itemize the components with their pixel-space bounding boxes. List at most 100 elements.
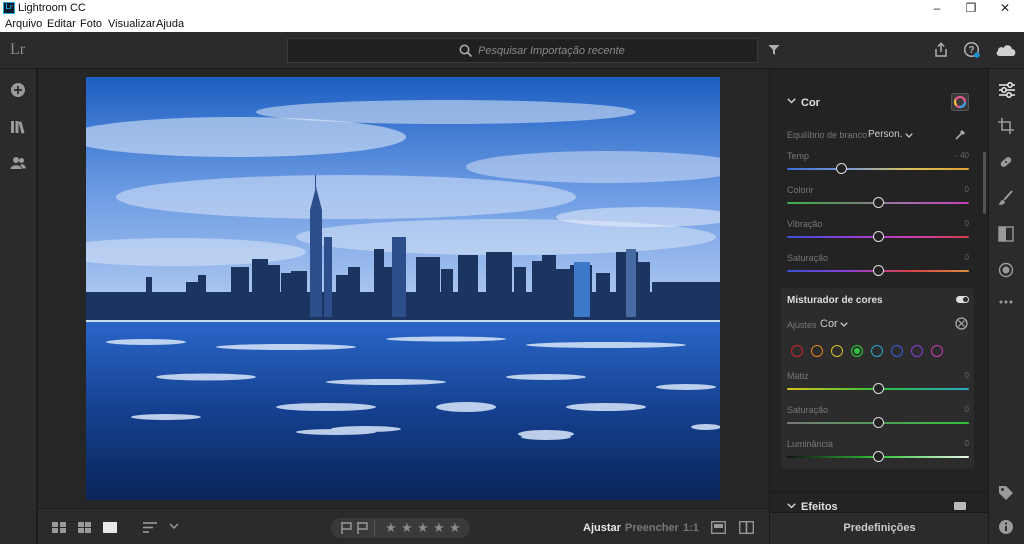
menu-arquivo[interactable]: Arquivo (5, 18, 42, 30)
star-3-icon[interactable]: ★ (417, 520, 429, 536)
slider-label: Colorir (787, 185, 814, 195)
more-icon[interactable] (998, 299, 1014, 305)
slider-thumb[interactable] (872, 417, 884, 428)
top-toolbar: Lr ? (0, 32, 1024, 69)
slider-value[interactable]: 0 (965, 185, 969, 194)
lr-logo[interactable]: Lr (10, 41, 25, 59)
slider-value[interactable]: 0 (965, 405, 969, 414)
slider-label: Matiz (787, 371, 809, 381)
presets-button[interactable]: Predefinições (770, 512, 989, 544)
color-wheel-icon[interactable] (951, 93, 969, 111)
slider-value[interactable]: 0 (965, 253, 969, 262)
slider-label: Temp (787, 151, 810, 161)
slider-vibrance[interactable]: Vibração 0 (787, 219, 969, 249)
star-5-icon[interactable]: ★ (449, 520, 461, 536)
edit-sliders-icon[interactable] (998, 82, 1016, 98)
filter-icon[interactable] (768, 44, 780, 56)
city-skyline-photo[interactable] (86, 77, 720, 500)
radial-gradient-icon[interactable] (998, 262, 1014, 278)
target-adjust-icon[interactable] (955, 317, 968, 330)
add-photos-icon[interactable] (10, 82, 26, 98)
slider-thumb[interactable] (872, 265, 884, 276)
edit-panel: Cor Equilíbrio de branco Person. Temp - … (769, 69, 989, 544)
cloud-icon[interactable] (995, 43, 1017, 57)
chevron-down-icon[interactable] (169, 523, 179, 530)
star-1-icon[interactable]: ★ (385, 520, 397, 536)
crop-icon[interactable] (998, 118, 1014, 134)
slider-thumb[interactable] (872, 451, 884, 462)
chevron-down-icon[interactable] (905, 133, 913, 138)
info-icon[interactable] (998, 519, 1014, 535)
star-2-icon[interactable]: ★ (401, 520, 413, 536)
divider (770, 491, 989, 492)
slider-tint[interactable]: Colorir 0 (787, 185, 969, 215)
slider-hue[interactable]: Matiz 0 (787, 371, 969, 401)
window-title: Lightroom CC (18, 2, 86, 14)
slider-thumb[interactable] (836, 163, 848, 174)
slider-luminance[interactable]: Luminância 0 (787, 439, 969, 469)
minimize-button[interactable]: – (921, 0, 953, 17)
maximize-button[interactable]: ❐ (955, 0, 987, 17)
effects-toggle[interactable] (954, 502, 966, 510)
slider-value[interactable]: - 40 (955, 151, 969, 160)
tab-fill[interactable]: Preencher (625, 522, 679, 534)
swatch-aqua[interactable] (871, 345, 883, 357)
grid-view-icon[interactable] (78, 522, 91, 533)
swatch-yellow[interactable] (831, 345, 843, 357)
slider-track[interactable] (787, 168, 969, 170)
slider-label: Luminância (787, 439, 834, 449)
slider-thumb[interactable] (872, 231, 884, 242)
color-mixer-toggle[interactable] (956, 296, 969, 303)
slider-value[interactable]: 0 (965, 219, 969, 228)
linear-gradient-icon[interactable] (998, 226, 1014, 242)
swatch-orange[interactable] (811, 345, 823, 357)
menu-visualizar[interactable]: Visualizar (108, 18, 156, 30)
slider-temp[interactable]: Temp - 40 (787, 151, 969, 181)
slider-mixer-saturation[interactable]: Saturação 0 (787, 405, 969, 435)
swatch-green[interactable] (851, 345, 863, 357)
chevron-down-icon[interactable] (787, 503, 796, 509)
menu-foto[interactable]: Foto (80, 18, 102, 30)
flag-reject-icon[interactable] (357, 522, 369, 534)
star-4-icon[interactable]: ★ (433, 520, 445, 536)
slider-thumb[interactable] (872, 197, 884, 208)
color-mixer-title: Misturador de cores (787, 295, 883, 306)
slider-saturation[interactable]: Saturação 0 (787, 253, 969, 283)
search-icon (459, 44, 473, 58)
swatch-purple[interactable] (911, 345, 923, 357)
menu-ajuda[interactable]: Ajuda (156, 18, 184, 30)
swatch-magenta[interactable] (931, 345, 943, 357)
eyedropper-icon[interactable] (954, 128, 967, 141)
brush-icon[interactable] (998, 190, 1014, 206)
panel-scrollbar[interactable] (983, 152, 986, 214)
compare-icon[interactable] (711, 521, 726, 534)
share-icon[interactable] (934, 42, 948, 58)
detail-view-icon[interactable] (103, 522, 117, 533)
slider-value[interactable]: 0 (965, 371, 969, 380)
library-icon[interactable] (10, 119, 26, 135)
chevron-down-icon[interactable] (787, 98, 796, 104)
chevron-down-icon[interactable] (840, 322, 848, 327)
white-balance-select[interactable]: Person. (868, 129, 902, 140)
swatch-blue[interactable] (891, 345, 903, 357)
slider-thumb[interactable] (872, 383, 884, 394)
healing-brush-icon[interactable] (998, 154, 1014, 170)
menu-editar[interactable]: Editar (47, 18, 76, 30)
adjust-select[interactable]: Cor (820, 318, 838, 330)
sort-icon[interactable] (143, 522, 159, 533)
swatch-red[interactable] (791, 345, 803, 357)
split-view-icon[interactable] (739, 521, 754, 534)
tag-icon[interactable] (998, 485, 1014, 501)
close-button[interactable]: ✕ (989, 0, 1021, 17)
tab-adjust[interactable]: Ajustar (583, 522, 621, 534)
people-icon[interactable] (10, 155, 26, 171)
slider-value[interactable]: 0 (965, 439, 969, 448)
help-icon[interactable]: ? (963, 41, 980, 58)
section-title-color[interactable]: Cor (801, 97, 820, 109)
search-box[interactable] (287, 38, 758, 63)
tab-1to1[interactable]: 1:1 (683, 522, 699, 534)
flag-pick-icon[interactable] (341, 522, 353, 534)
search-input[interactable] (478, 43, 738, 59)
square-grid-view-icon[interactable] (52, 522, 66, 533)
section-title-effects[interactable]: Efeitos (801, 501, 838, 512)
